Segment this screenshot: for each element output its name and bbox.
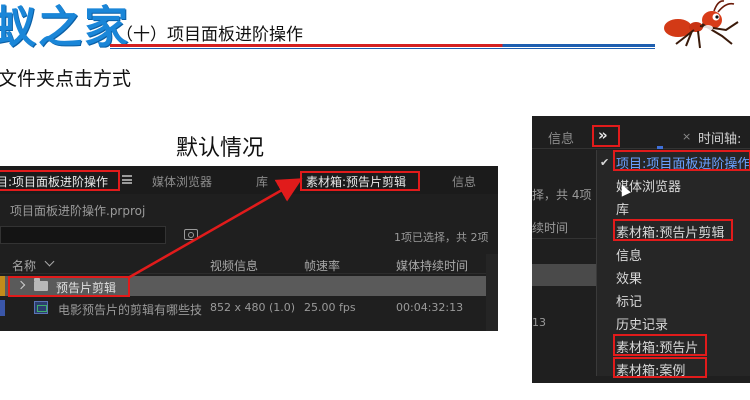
label-color-chip <box>0 300 5 316</box>
panel-tabbar: 目:项目面板进阶操作 媒体浏览器 库 素材箱:预告片剪辑 信息 <box>0 166 498 194</box>
subheading: 文件夹点击方式 <box>0 68 132 90</box>
panel-dropdown-menu: ✔ 项目:项目面板进阶操作 媒体浏览器 库 素材箱:预告片剪辑 信息 效果 标记… <box>596 150 750 379</box>
project-path: 项目面板进阶操作.prproj <box>10 204 146 218</box>
checkmark-icon: ✔ <box>600 156 610 169</box>
highlight-box-more-button <box>592 125 620 147</box>
search-input[interactable] <box>0 226 166 244</box>
clip-name: 电影预告片的剪辑有哪些技 <box>58 303 203 317</box>
background-timecode: 13 <box>532 316 546 329</box>
column-header: 名称 视频信息 帧速率 媒体持续时间 <box>0 254 498 274</box>
find-icon[interactable] <box>184 229 198 240</box>
video-clip-icon <box>34 301 48 314</box>
background-row <box>532 264 596 286</box>
clip-frame-rate: 25.00 fps <box>304 301 356 314</box>
highlight-box-menu-bin-cases <box>613 357 707 378</box>
tab-info[interactable]: 信息 <box>548 128 574 147</box>
header-rule <box>110 44 655 47</box>
background-selection-info: 择，共 4项 <box>532 188 592 202</box>
highlight-box-folder <box>8 276 130 297</box>
default-caption: 默认情况 <box>176 136 265 161</box>
background-divider <box>532 238 596 239</box>
tab-divider <box>532 148 750 149</box>
active-tab-accent <box>657 146 663 149</box>
menu-item-info[interactable]: 信息 <box>616 245 642 264</box>
column-name[interactable]: 名称 <box>12 257 36 274</box>
menu-item-markers[interactable]: 标记 <box>616 291 642 310</box>
panel-menu-icon[interactable] <box>122 175 132 184</box>
menu-item-history[interactable]: 历史记录 <box>616 314 668 333</box>
close-icon[interactable]: × <box>682 130 691 143</box>
column-video-info[interactable]: 视频信息 <box>210 257 258 274</box>
selection-info: 1项已选择，共 2项 <box>394 231 489 244</box>
project-panel: 目:项目面板进阶操作 媒体浏览器 库 素材箱:预告片剪辑 信息 项目面板进阶操作… <box>0 166 498 331</box>
header-rule-thin <box>110 48 655 49</box>
tab-library[interactable]: 库 <box>256 173 268 190</box>
label-color-chip <box>0 276 5 296</box>
highlight-box-menu-bin-edit <box>613 219 733 241</box>
table-row-clip[interactable]: 电影预告片的剪辑有哪些技 852 x 480 (1.0) 25.00 fps 0… <box>0 298 486 318</box>
scrollbar[interactable] <box>486 254 498 331</box>
menu-item-effects[interactable]: 效果 <box>616 268 642 287</box>
column-media-duration[interactable]: 媒体持续时间 <box>396 257 468 274</box>
highlight-box-project-tab <box>0 170 120 191</box>
column-frame-rate[interactable]: 帧速率 <box>304 257 340 274</box>
highlight-box-menu-bin-trailer <box>613 334 707 356</box>
slide-heading: （十）项目面板进阶操作 <box>116 25 303 45</box>
tab-info[interactable]: 信息 <box>452 173 476 190</box>
highlight-box-menu-project <box>613 150 750 171</box>
ant-mascot-icon <box>664 0 739 49</box>
clip-video-info: 852 x 480 (1.0) <box>210 301 296 314</box>
tab-media-browser[interactable]: 媒体浏览器 <box>152 173 212 190</box>
background-duration-header: 续时间 <box>532 221 569 235</box>
clip-duration: 00:04:32:13 <box>396 301 464 314</box>
panel-menu-screenshot: 信息 » × 时间轴: 择，共 4项 续时间 13 ✔ 项目:项目面板进阶操作 … <box>532 116 750 383</box>
menu-item-library[interactable]: 库 <box>616 199 629 218</box>
tab-timeline[interactable]: 时间轴: <box>698 128 741 147</box>
chevron-down-icon[interactable] <box>44 256 55 267</box>
highlight-box-bin-tab <box>300 171 420 191</box>
